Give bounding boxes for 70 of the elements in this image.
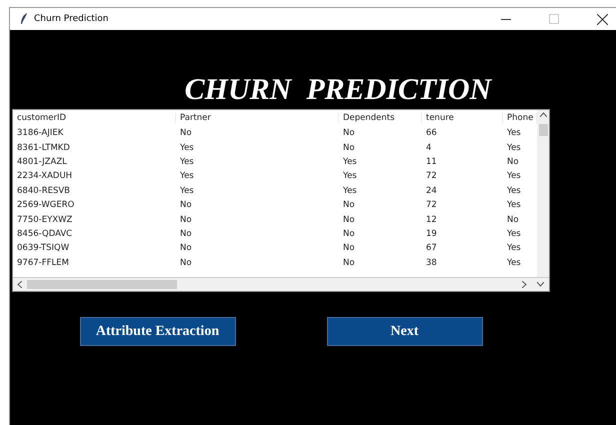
table-cell-text: Yes	[506, 200, 522, 210]
scroll-thumb[interactable]	[27, 280, 177, 289]
table-cell-text: 2234-XADUH	[16, 171, 74, 182]
table-cell-text: Yes	[506, 243, 522, 254]
feather-icon	[20, 13, 28, 25]
table-cell-text: 67	[425, 243, 438, 254]
table-cell-text: No	[179, 243, 193, 254]
table-cell-text: 72	[425, 171, 438, 182]
table-cell-text: 24	[425, 186, 438, 196]
table-cell-text: 0639-TSIQW	[16, 243, 70, 254]
table-cell-text: No	[342, 228, 356, 239]
table-cell-text: Yes	[342, 156, 358, 167]
table-cell-text: No	[342, 214, 356, 225]
scroll-left-icon[interactable]	[17, 281, 22, 288]
table-cell-text: No	[506, 214, 520, 225]
table-cell-text: No	[506, 156, 520, 167]
scroll-up-icon[interactable]	[540, 112, 547, 117]
table-cell-text: Yes	[342, 171, 358, 182]
table-cell-text: No	[179, 214, 193, 225]
table-cell-text: Yes	[506, 142, 522, 153]
scroll-right-icon[interactable]	[522, 281, 527, 288]
table-cell-text: Yes	[506, 186, 522, 196]
table-cell-text: 4	[425, 142, 432, 153]
table-cell-text: 11	[425, 156, 438, 167]
table-cell-text: 4801-JZAZL	[16, 156, 68, 167]
table-cell-text: No	[179, 128, 193, 138]
scroll-thumb[interactable]	[539, 124, 548, 136]
table-cell-text: 19	[425, 228, 438, 239]
table-cell-text: No	[179, 228, 193, 239]
page-heading: CHURN PREDICTION	[184, 73, 492, 107]
action-button[interactable]: Attribute Extraction	[80, 317, 236, 346]
column-header[interactable]: Dependents	[339, 113, 422, 123]
table-cell-text: Yes	[506, 258, 522, 268]
vertical-scrollbar[interactable]	[537, 110, 549, 278]
table-cell-text: Yes	[179, 142, 195, 153]
table-cell-text: 2569-WGERO	[16, 200, 76, 210]
table-cell-text: 12	[425, 214, 438, 225]
table-cell-text: 6840-RESVB	[16, 186, 72, 196]
table-cell-text: Yes	[179, 156, 195, 167]
table-cell-text: Yes	[179, 186, 195, 196]
table-cell-text: No	[179, 258, 193, 268]
column-header[interactable]: Partner	[176, 113, 339, 123]
table-cell-text: Yes	[506, 171, 522, 182]
table-cell-text: No	[342, 142, 356, 153]
table-cell-text: 9767-FFLEM	[16, 258, 70, 268]
table-cell-text: Yes	[179, 171, 195, 182]
window-title: Churn Prediction	[34, 14, 110, 24]
column-header[interactable]: tenure	[422, 113, 503, 123]
table-cell-text: 72	[425, 200, 438, 210]
table-cell-text: Yes	[342, 186, 358, 196]
scroll-down-icon[interactable]	[537, 282, 544, 287]
action-button[interactable]: Next	[326, 317, 482, 346]
close-icon	[596, 14, 608, 24]
table-cell-text: 8456-QDAVC	[16, 228, 74, 239]
table-cell-text: 7750-EYXWZ	[16, 214, 74, 225]
column-header[interactable]: customerID	[13, 113, 176, 123]
table-cell-text: 38	[425, 258, 438, 268]
table-cell-text: Yes	[506, 228, 522, 239]
table-cell-text: No	[342, 200, 356, 210]
table-cell-text: Yes	[506, 128, 522, 138]
table-cell-text: No	[342, 243, 356, 254]
horizontal-scrollbar[interactable]	[13, 277, 549, 291]
table-cell-text: 8361-LTMKD	[16, 142, 71, 153]
maximize-icon	[549, 14, 559, 24]
table-cell-text: No	[342, 258, 356, 268]
table-cell-text: 66	[425, 128, 438, 138]
table-cell-text: 3186-AJIEK	[16, 128, 64, 138]
minimize-icon	[501, 18, 511, 20]
table-cell-text: No	[179, 200, 193, 210]
table-cell-text: No	[342, 128, 356, 138]
